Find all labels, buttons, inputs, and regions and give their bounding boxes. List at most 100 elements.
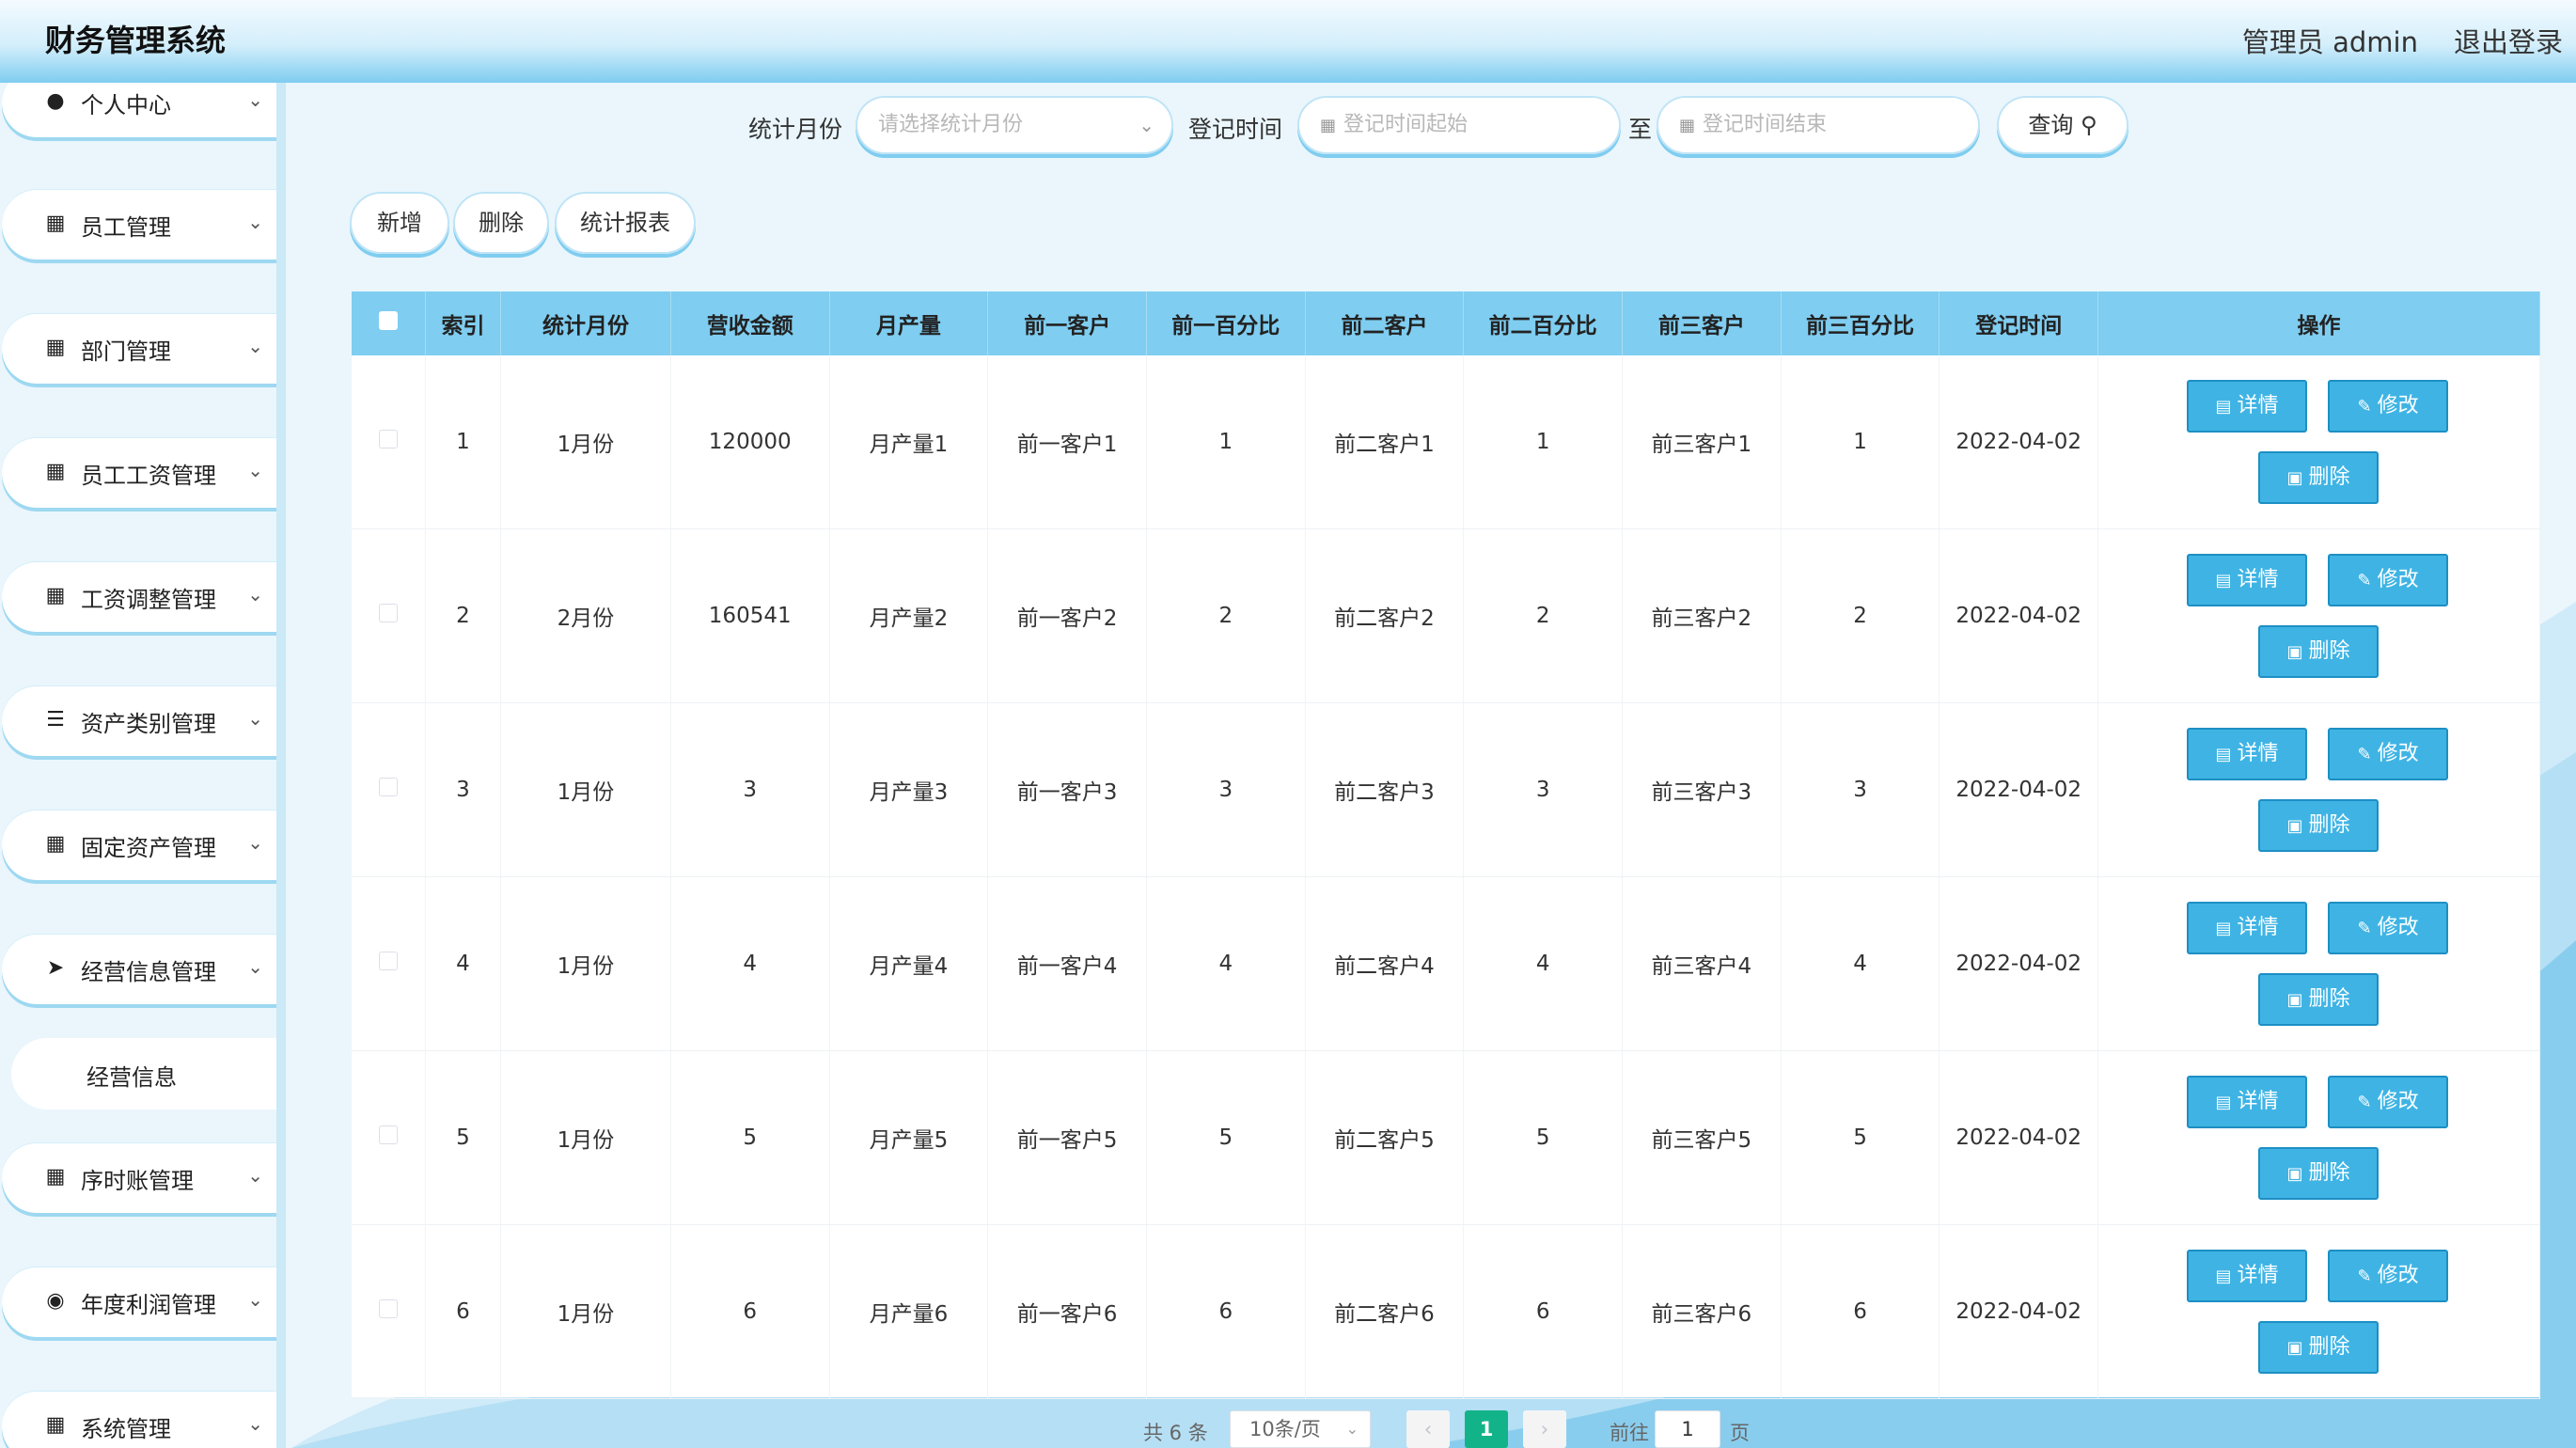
- table-cell: 3: [1146, 702, 1306, 877]
- table-cell: 6: [1146, 1224, 1306, 1399]
- calendar-icon: ▦: [1320, 116, 1337, 135]
- table-cell: 3: [425, 702, 502, 877]
- edit-icon: ✎: [2357, 1267, 2372, 1286]
- edit-button[interactable]: ✎ 修改: [2328, 1250, 2449, 1302]
- edit-button-label: 修改: [2377, 916, 2419, 939]
- delete-button[interactable]: ▣ 删除: [2258, 799, 2380, 852]
- sidebar-item-asset-category[interactable]: ☰ 资产类别管理 ⌄: [2, 686, 276, 756]
- row-select-cell[interactable]: [352, 355, 426, 529]
- row-checkbox[interactable]: [378, 430, 398, 449]
- table-cell: 2022-04-02: [1939, 1050, 2099, 1225]
- start-date-placeholder: 登记时间起始: [1343, 113, 1469, 136]
- add-button[interactable]: 新增: [350, 192, 449, 254]
- detail-button[interactable]: ▤ 详情: [2187, 1250, 2308, 1302]
- month-select[interactable]: 请选择统计月份 ⌄: [856, 96, 1173, 154]
- sidebar-item-profile[interactable]: ● 个人中心 ⌄: [2, 83, 276, 137]
- start-date-input[interactable]: ▦ 登记时间起始: [1297, 96, 1621, 154]
- report-button[interactable]: 统计报表: [555, 192, 696, 254]
- table-cell: 1月份: [500, 876, 671, 1051]
- table-cell: 月产量2: [829, 528, 989, 703]
- table-cell: 月产量6: [829, 1224, 989, 1399]
- edit-button[interactable]: ✎ 修改: [2328, 902, 2449, 954]
- sidebar-item-label: 员工工资管理: [81, 463, 216, 489]
- row-select-cell[interactable]: [352, 702, 426, 877]
- month-label: 统计月份: [748, 116, 843, 143]
- row-select-cell[interactable]: [352, 876, 426, 1051]
- sidebar-item-departments[interactable]: ▦ 部门管理 ⌄: [2, 314, 276, 384]
- sidebar-item-fixed-assets[interactable]: ▦ 固定资产管理 ⌄: [2, 811, 276, 880]
- logout-link[interactable]: 退出登录: [2454, 21, 2563, 60]
- next-page-button[interactable]: ›: [1523, 1410, 1566, 1448]
- prev-page-button[interactable]: ‹: [1406, 1410, 1450, 1448]
- table-cell: 2: [1463, 528, 1623, 703]
- trash-icon: ▣: [2286, 468, 2303, 488]
- select-all-checkbox[interactable]: [378, 311, 398, 330]
- table-cell: 2: [1781, 528, 1940, 703]
- total-count: 共 6 条: [1143, 1422, 1208, 1444]
- row-checkbox[interactable]: [378, 1125, 398, 1144]
- sidebar-item-salary-adjust[interactable]: ▦ 工资调整管理 ⌄: [2, 562, 276, 632]
- delete-button-label: 删除: [2308, 1335, 2350, 1359]
- document-icon: ▤: [2215, 919, 2232, 938]
- query-button[interactable]: 查询 ⚲: [1997, 96, 2128, 154]
- row-checkbox[interactable]: [378, 778, 398, 796]
- row-select-cell[interactable]: [352, 1050, 426, 1225]
- delete-button[interactable]: ▣ 删除: [2258, 973, 2380, 1026]
- detail-button[interactable]: ▤ 详情: [2187, 380, 2308, 433]
- row-checkbox[interactable]: [378, 952, 398, 970]
- document-icon: ▤: [2215, 745, 2232, 764]
- page-size-value: 10条/页: [1249, 1418, 1321, 1440]
- sidebar-subitem-business-info[interactable]: 经营信息: [11, 1038, 276, 1110]
- document-icon: ▤: [2215, 571, 2232, 590]
- table-cell: 2: [425, 528, 502, 703]
- detail-button[interactable]: ▤ 详情: [2187, 902, 2308, 954]
- goto-page-input[interactable]: 1: [1655, 1410, 1720, 1448]
- delete-button[interactable]: ▣ 删除: [2258, 1147, 2380, 1200]
- delete-button[interactable]: ▣ 删除: [2258, 625, 2380, 678]
- table-cell: 月产量4: [829, 876, 989, 1051]
- detail-button[interactable]: ▤ 详情: [2187, 728, 2308, 780]
- table-cell: 4: [670, 876, 830, 1051]
- batch-delete-button[interactable]: 删除: [453, 192, 549, 254]
- edit-button[interactable]: ✎ 修改: [2328, 728, 2449, 780]
- edit-icon: ✎: [2357, 745, 2372, 764]
- edit-icon: ✎: [2357, 1093, 2372, 1112]
- page-size-select[interactable]: 10条/页 ⌄: [1230, 1410, 1371, 1448]
- sidebar-item-salary[interactable]: ▦ 员工工资管理 ⌄: [2, 438, 276, 508]
- row-select-cell[interactable]: [352, 528, 426, 703]
- edit-button[interactable]: ✎ 修改: [2328, 1076, 2449, 1128]
- end-date-input[interactable]: ▦ 登记时间结束: [1657, 96, 1980, 154]
- row-select-cell[interactable]: [352, 1224, 426, 1399]
- table-cell: 5: [1781, 1050, 1940, 1225]
- table-cell: 前一客户4: [987, 876, 1147, 1051]
- table-row: 1 1月份 120000 月产量1 前一客户1 1 前二客户1 1 前三客户1 1 2022-04-…: [352, 355, 2540, 529]
- select-all-cell[interactable]: [352, 291, 426, 355]
- table-row: 6 1月份 6 月产量6 前一客户6 6 前二客户6 6 前三客户6 6 2022-04-02 ▤ 详情…: [352, 1224, 2540, 1399]
- detail-button[interactable]: ▤ 详情: [2187, 1076, 2308, 1128]
- table-cell: 1: [1781, 355, 1940, 529]
- column-header: 前二百分比: [1463, 291, 1623, 355]
- sidebar-item-system[interactable]: ▦ 系统管理 ⌄: [2, 1392, 276, 1448]
- table-cell: 月产量1: [829, 355, 989, 529]
- delete-button[interactable]: ▣ 删除: [2258, 451, 2380, 504]
- table-cell: 6: [425, 1224, 502, 1399]
- page-number-button[interactable]: 1: [1465, 1410, 1508, 1448]
- grid-icon: ▦: [45, 832, 66, 856]
- sidebar-item-journal[interactable]: ▦ 序时账管理 ⌄: [2, 1143, 276, 1213]
- detail-button[interactable]: ▤ 详情: [2187, 554, 2308, 606]
- page-word: 页: [1730, 1422, 1750, 1444]
- query-button-label: 查询: [2028, 112, 2074, 138]
- sidebar-item-annual-profit[interactable]: ◉ 年度利润管理 ⌄: [2, 1267, 276, 1337]
- edit-button-label: 修改: [2377, 742, 2419, 765]
- sidebar-item-business-info[interactable]: ➤ 经营信息管理 ⌄: [2, 935, 276, 1004]
- detail-button-label: 详情: [2237, 916, 2279, 939]
- delete-button[interactable]: ▣ 删除: [2258, 1321, 2380, 1374]
- row-checkbox[interactable]: [378, 1299, 398, 1318]
- row-checkbox[interactable]: [378, 604, 398, 622]
- edit-button[interactable]: ✎ 修改: [2328, 554, 2449, 606]
- document-icon: ▤: [2215, 1093, 2232, 1112]
- column-header: 前三百分比: [1781, 291, 1940, 355]
- edit-button[interactable]: ✎ 修改: [2328, 380, 2449, 433]
- chevron-down-icon: ⌄: [247, 211, 263, 233]
- sidebar-item-employees[interactable]: ▦ 员工管理 ⌄: [2, 190, 276, 260]
